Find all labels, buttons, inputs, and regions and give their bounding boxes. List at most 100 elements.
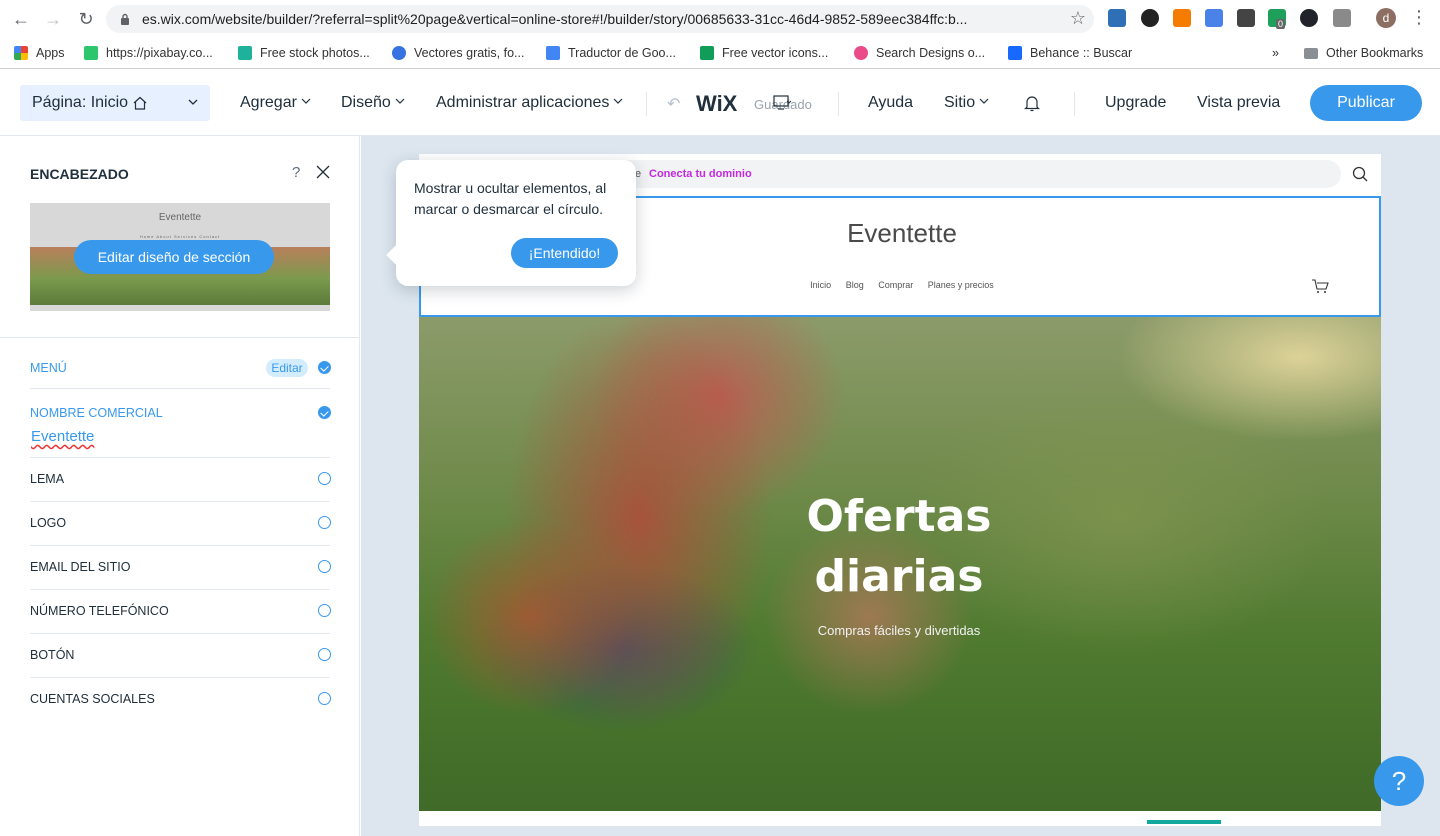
section-indicator bbox=[1147, 820, 1221, 824]
extension-k-icon[interactable] bbox=[1141, 9, 1159, 27]
chevron-down-icon bbox=[301, 98, 311, 104]
thumbnail-nav: Home About Services Contact bbox=[139, 234, 221, 239]
more-bookmarks-icon[interactable]: » bbox=[1272, 44, 1279, 62]
undo-icon[interactable]: ↶ bbox=[667, 94, 680, 114]
menu-add[interactable]: Agregar bbox=[240, 94, 311, 112]
chevron-down-icon bbox=[188, 99, 198, 105]
option-label: LEMA bbox=[30, 472, 65, 486]
divider bbox=[0, 337, 360, 338]
extension-puzzle-icon[interactable] bbox=[1333, 9, 1351, 27]
extension-check-icon[interactable]: 0 bbox=[1268, 9, 1286, 29]
publish-button[interactable]: Publicar bbox=[1310, 85, 1422, 121]
browser-toolbar: ← → ↻ es.wix.com/website/builder/?referr… bbox=[0, 0, 1440, 38]
divider bbox=[30, 457, 330, 458]
site-nav-item[interactable]: Inicio bbox=[810, 280, 831, 290]
divider bbox=[30, 633, 330, 634]
chevron-down-icon bbox=[613, 98, 623, 104]
bookmark-apps[interactable]: Apps bbox=[14, 44, 65, 62]
divider bbox=[30, 501, 330, 502]
bookmark-vectores[interactable]: Vectores gratis, fo... bbox=[392, 44, 524, 62]
divider bbox=[30, 677, 330, 678]
extension-shield-icon[interactable] bbox=[1237, 9, 1255, 27]
page-selector[interactable]: Página: Inicio bbox=[20, 85, 210, 121]
checkbox-checked-icon[interactable] bbox=[318, 406, 331, 419]
menu-add-label: Agregar bbox=[240, 94, 297, 111]
upgrade-link[interactable]: Upgrade bbox=[1105, 94, 1166, 112]
bookmark-star-icon[interactable]: ☆ bbox=[1070, 8, 1086, 29]
checkbox-empty-icon[interactable] bbox=[318, 560, 331, 573]
checkbox-empty-icon[interactable] bbox=[318, 472, 331, 485]
edit-section-layout-button[interactable]: Editar diseño de sección bbox=[74, 240, 274, 274]
divider bbox=[1074, 92, 1075, 116]
site-nav-item[interactable]: Blog bbox=[846, 280, 864, 290]
extension-badge: 0 bbox=[1276, 19, 1286, 29]
bookmark-behance[interactable]: Behance :: Buscar bbox=[1008, 44, 1132, 62]
bookmark-traductor[interactable]: Traductor de Goo... bbox=[546, 44, 676, 62]
address-bar[interactable]: es.wix.com/website/builder/?referral=spl… bbox=[106, 5, 1094, 33]
menu-site[interactable]: Sitio bbox=[944, 94, 989, 112]
bookmarks-bar: Apps https://pixabay.co... Free stock ph… bbox=[0, 38, 1440, 69]
extension-chart-icon[interactable] bbox=[1173, 9, 1191, 27]
bookmark-label: Traductor de Goo... bbox=[568, 46, 676, 60]
bookmark-label: Search Designs o... bbox=[876, 46, 986, 60]
checkbox-checked-icon[interactable] bbox=[318, 361, 331, 374]
hero-title[interactable]: Ofertas diarias bbox=[799, 487, 999, 607]
option-label: NÚMERO TELEFÓNICO bbox=[30, 604, 169, 618]
forward-icon[interactable]: → bbox=[42, 8, 64, 30]
back-icon[interactable]: ← bbox=[10, 8, 32, 30]
browser-menu-icon[interactable]: ⋮ bbox=[1410, 7, 1428, 28]
editor-top-bar: Página: Inicio Agregar Diseño Administra… bbox=[0, 70, 1440, 136]
wix-logo: WiX bbox=[696, 91, 738, 116]
close-icon[interactable] bbox=[316, 165, 330, 179]
hero-subtitle[interactable]: Compras fáciles y divertidas bbox=[759, 623, 1039, 638]
menu-design[interactable]: Diseño bbox=[341, 94, 405, 112]
notifications-bell-icon[interactable] bbox=[1022, 93, 1042, 113]
extension-s-icon[interactable] bbox=[1108, 9, 1126, 27]
dribbble-icon bbox=[854, 46, 868, 60]
menu-apps-label: Administrar aplicaciones bbox=[436, 94, 610, 111]
url-text[interactable]: es.wix.com/website/builder/?referral=spl… bbox=[142, 11, 1062, 27]
menu-site-label: Sitio bbox=[944, 94, 976, 111]
bookmark-vector-icons[interactable]: Free vector icons... bbox=[700, 44, 828, 62]
section-layout-thumbnail[interactable]: Eventette Home About Services Contact Ed… bbox=[30, 203, 330, 311]
bookmark-search-designs[interactable]: Search Designs o... bbox=[854, 44, 985, 62]
bookmark-label: Free vector icons... bbox=[722, 46, 829, 60]
search-icon[interactable] bbox=[1351, 165, 1369, 183]
thumbnail-brand: Eventette bbox=[158, 212, 202, 223]
business-name-value[interactable]: Eventette bbox=[31, 428, 94, 445]
behance-icon bbox=[1008, 46, 1022, 60]
divider bbox=[838, 92, 839, 116]
bookmark-pixabay[interactable]: https://pixabay.co... bbox=[84, 44, 213, 62]
checkbox-empty-icon[interactable] bbox=[318, 692, 331, 705]
site-nav-item[interactable]: Comprar bbox=[878, 280, 913, 290]
connect-domain-link[interactable]: Conecta tu dominio bbox=[649, 168, 752, 180]
preview-link[interactable]: Vista previa bbox=[1197, 94, 1280, 112]
extension-calendar-icon[interactable] bbox=[1205, 9, 1223, 27]
menu-help[interactable]: Ayuda bbox=[868, 94, 913, 112]
extension-react-icon[interactable] bbox=[1300, 9, 1318, 27]
cart-icon[interactable] bbox=[1311, 278, 1329, 294]
menu-manage-apps[interactable]: Administrar aplicaciones bbox=[436, 94, 623, 112]
profile-avatar[interactable]: d bbox=[1376, 8, 1396, 28]
chevron-down-icon bbox=[979, 98, 989, 104]
bookmark-free-stock[interactable]: Free stock photos... bbox=[238, 44, 370, 62]
divider bbox=[646, 92, 647, 116]
pexels-icon bbox=[238, 46, 252, 60]
reload-icon[interactable]: ↻ bbox=[75, 8, 97, 30]
checkbox-empty-icon[interactable] bbox=[318, 604, 331, 617]
flaticon-icon bbox=[700, 46, 714, 60]
bookmark-other[interactable]: Other Bookmarks bbox=[1304, 44, 1423, 62]
help-floating-button[interactable]: ? bbox=[1374, 756, 1424, 806]
site-nav-item[interactable]: Planes y precios bbox=[928, 280, 994, 290]
bookmark-label: Other Bookmarks bbox=[1326, 46, 1424, 60]
desktop-view-icon[interactable] bbox=[772, 95, 792, 111]
domain-bar: e Conecta tu dominio bbox=[599, 160, 1341, 188]
checkbox-empty-icon[interactable] bbox=[318, 516, 331, 529]
hero-image[interactable]: Ofertas diarias Compras fáciles y divert… bbox=[419, 317, 1381, 811]
divider bbox=[30, 545, 330, 546]
checkbox-empty-icon[interactable] bbox=[318, 648, 331, 661]
got-it-button[interactable]: ¡Entendido! bbox=[511, 238, 618, 268]
help-icon[interactable]: ? bbox=[292, 164, 300, 181]
freepik-icon bbox=[392, 46, 406, 60]
edit-menu-button[interactable]: Editar bbox=[266, 359, 308, 377]
